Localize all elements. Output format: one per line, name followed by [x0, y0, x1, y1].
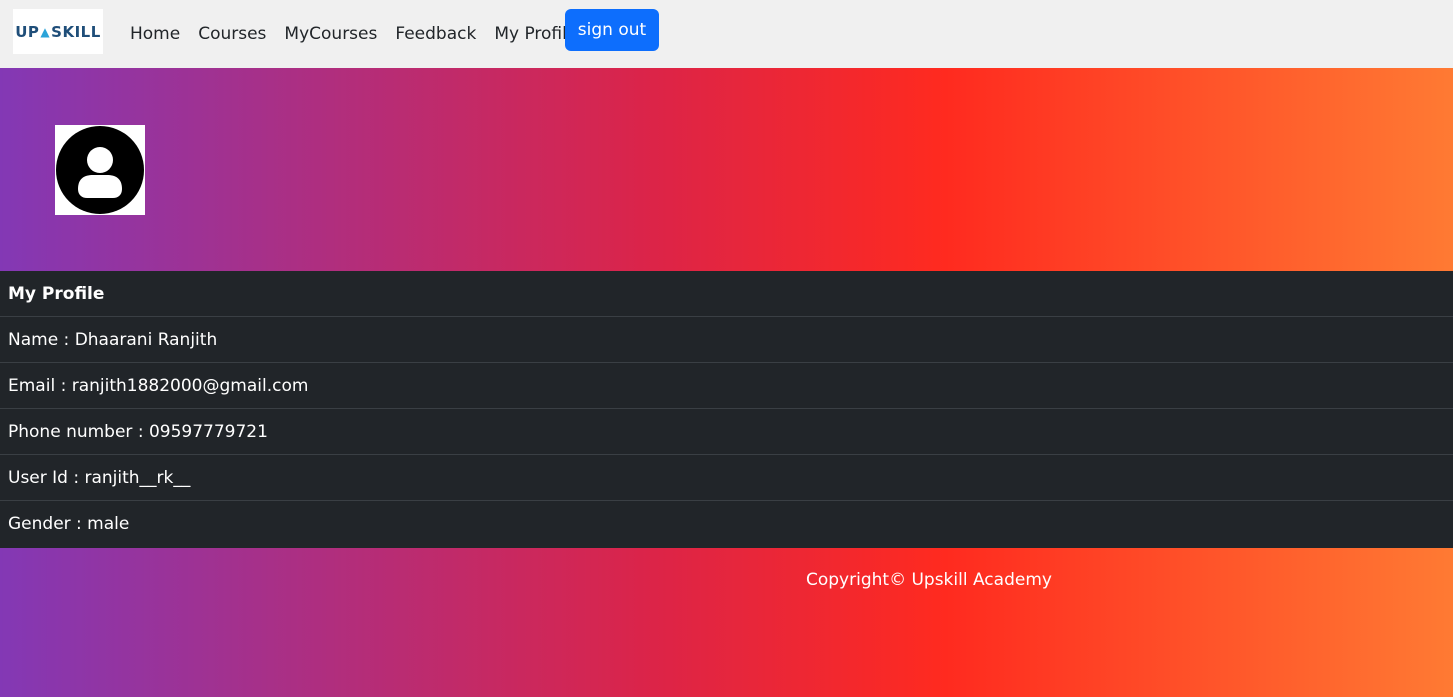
logo-text-left: UP — [15, 22, 40, 41]
nav-link-mycourses[interactable]: MyCourses — [284, 24, 377, 44]
nav-link-feedback[interactable]: Feedback — [395, 24, 476, 44]
sign-out-button[interactable]: sign out — [565, 9, 659, 51]
profile-user-id: User Id : ranjith__rk__ — [0, 455, 1453, 501]
profile-gender: Gender : male — [8, 514, 130, 534]
navbar: UP ▲ SKILL Home Courses MyCourses Feedback… — [0, 0, 1453, 68]
copyright-text: Copyright© Upskill Academy — [806, 570, 1052, 590]
upskill-logo[interactable]: UP ▲ SKILL — [13, 9, 103, 54]
logo-text-right: SKILL — [51, 22, 101, 41]
profile-banner — [0, 68, 1453, 271]
profile-name: Name : Dhaarani Ranjith — [0, 317, 1453, 363]
profile-table: My Profile Name : Dhaarani Ranjith Email… — [0, 271, 1453, 548]
profile-heading: My Profile — [0, 271, 1453, 317]
user-circle-icon — [55, 125, 145, 215]
nav-links: Home Courses MyCourses Feedback My Profi… — [130, 0, 595, 68]
profile-phone: Phone number : 09597779721 — [0, 409, 1453, 455]
footer: Copyright© Upskill Academy — [0, 548, 1453, 697]
flame-icon: ▲ — [40, 24, 51, 39]
nav-link-courses[interactable]: Courses — [198, 24, 266, 44]
nav-link-home[interactable]: Home — [130, 24, 180, 44]
profile-email: Email : ranjith1882000@gmail.com — [0, 363, 1453, 409]
